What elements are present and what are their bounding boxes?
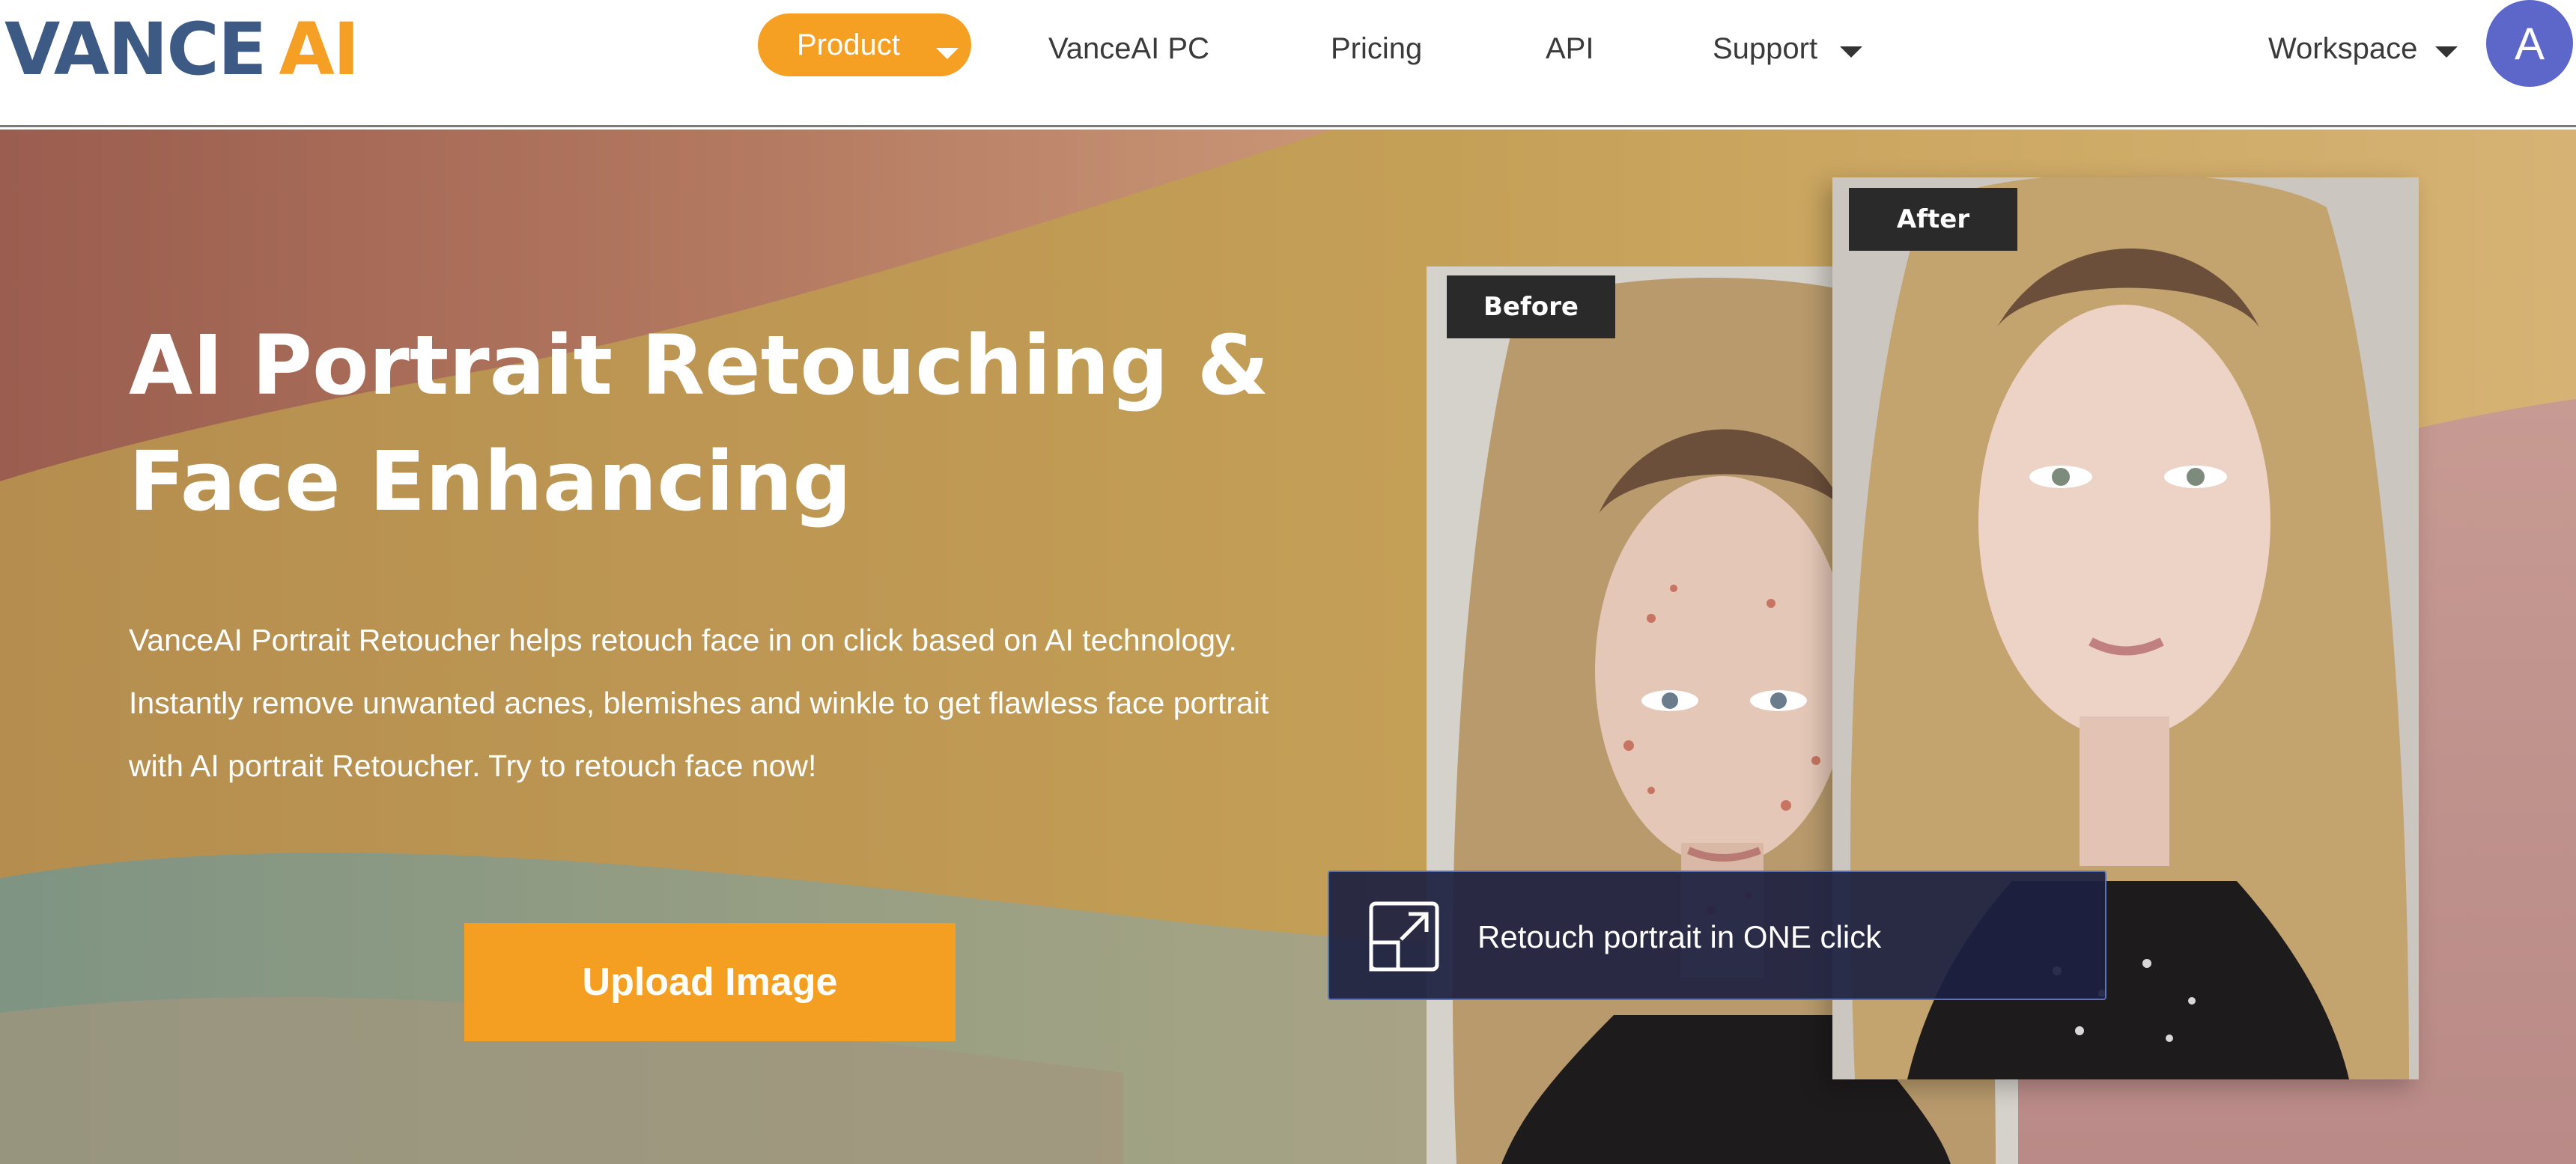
hero-description-line2: Instantly remove unwanted acnes, blemish… [129,686,1269,720]
logo-text-ai: AI [279,7,359,91]
nav-workspace-menu[interactable]: Workspace [2268,19,2458,79]
nav-api-link[interactable]: API [1546,19,1594,79]
nav-pricing-link[interactable]: Pricing [1331,19,1422,79]
hero-section: AI Portrait Retouching & Face Enhancing … [0,129,2576,1164]
nav-product-menu[interactable]: Product [758,13,971,76]
hero-description-line3: with AI portrait Retoucher. Try to retou… [129,749,817,783]
retouch-banner-text: Retouch portrait in ONE click [1477,918,1882,954]
after-label: After [1849,188,2017,251]
chevron-down-icon [2435,46,2458,58]
retouch-one-click-banner: Retouch portrait in ONE click [1328,871,2106,1000]
upload-image-button[interactable]: Upload Image [464,923,956,1041]
nav-vanceai-pc-label: VanceAI PC [1048,31,1209,65]
hero-title: AI Portrait Retouching & Face Enhancing [129,308,1402,540]
nav-vanceai-pc-link[interactable]: VanceAI PC [1048,19,1209,79]
nav-pricing-label: Pricing [1331,31,1423,65]
vanceai-logo[interactable]: VANCE AI [4,13,359,85]
nav-support-label: Support [1713,31,1818,65]
nav-product-label: Product [797,28,900,61]
before-label: Before [1447,275,1615,338]
hero-description-line1: VanceAI Portrait Retoucher helps retouch… [129,623,1237,657]
chevron-down-icon [1840,46,1863,58]
user-avatar[interactable]: A [2486,0,2573,87]
avatar-letter: A [2514,18,2545,69]
hero-description: VanceAI Portrait Retoucher helps retouch… [129,609,1342,797]
nav-support-menu[interactable]: Support [1713,19,1863,79]
logo-text-vance: VANCE [4,7,267,91]
top-navigation: VANCE AI Product VanceAI PC Pricing API S… [0,0,2576,127]
hero-title-line1: AI Portrait Retouching & [129,317,1269,413]
hero-title-line2: Face Enhancing [129,433,852,529]
nav-workspace-label: Workspace [2268,31,2418,65]
nav-api-label: API [1546,31,1594,65]
expand-arrow-icon [1369,901,1439,972]
chevron-down-icon [936,48,959,59]
